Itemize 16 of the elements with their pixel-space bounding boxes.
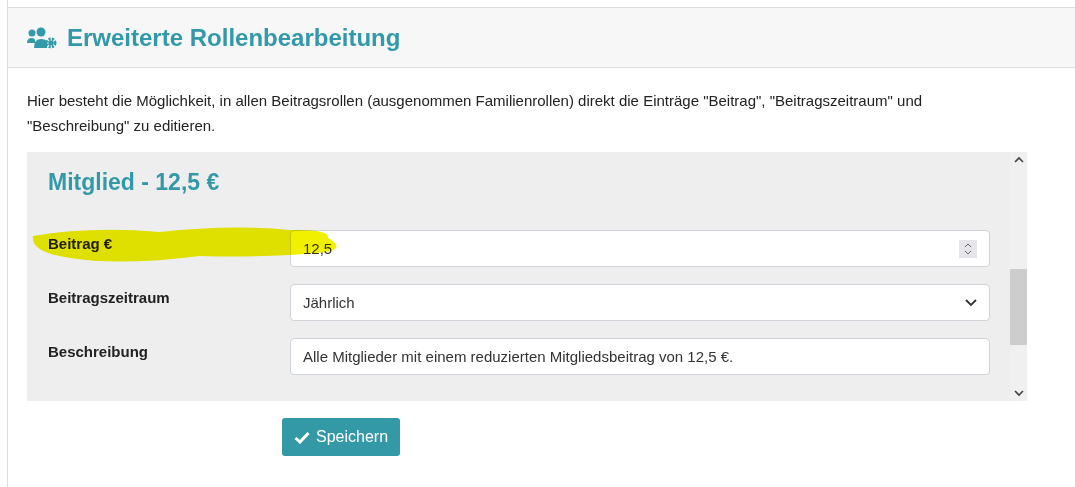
scrollbar-thumb[interactable] (1010, 268, 1027, 345)
chevron-down-icon (965, 298, 977, 307)
field-label: Beitragszeitraum (48, 288, 171, 306)
select-field[interactable]: Jährlich (290, 284, 990, 321)
scroll-up-icon[interactable] (1013, 156, 1024, 163)
intro-text: Hier besteht die Möglichkeit, in allen Beitragsrollen (ausgenommen Familienrollen) direkt die Einträge "Beitrag", "Beitragszeitraum" und "Beschreibung" zu editieren. (27, 91, 924, 136)
scroll-down-icon[interactable] (1013, 390, 1024, 397)
input-field[interactable]: 12,5 (290, 230, 990, 267)
field-label: Beitrag € (48, 234, 114, 252)
page-title: Erweiterte Rollenbearbeitung (67, 23, 401, 52)
check-icon (294, 430, 310, 444)
users-gear-icon (27, 26, 57, 49)
field-label: Beschreibung (48, 342, 150, 360)
input-field[interactable]: Alle Mitglieder mit einem reduzierten Mitgliedsbeitrag von 12,5 €. (290, 338, 990, 375)
role-title: Mitglied - 12,5 € (48, 168, 221, 197)
spinner-icon[interactable] (959, 239, 977, 258)
